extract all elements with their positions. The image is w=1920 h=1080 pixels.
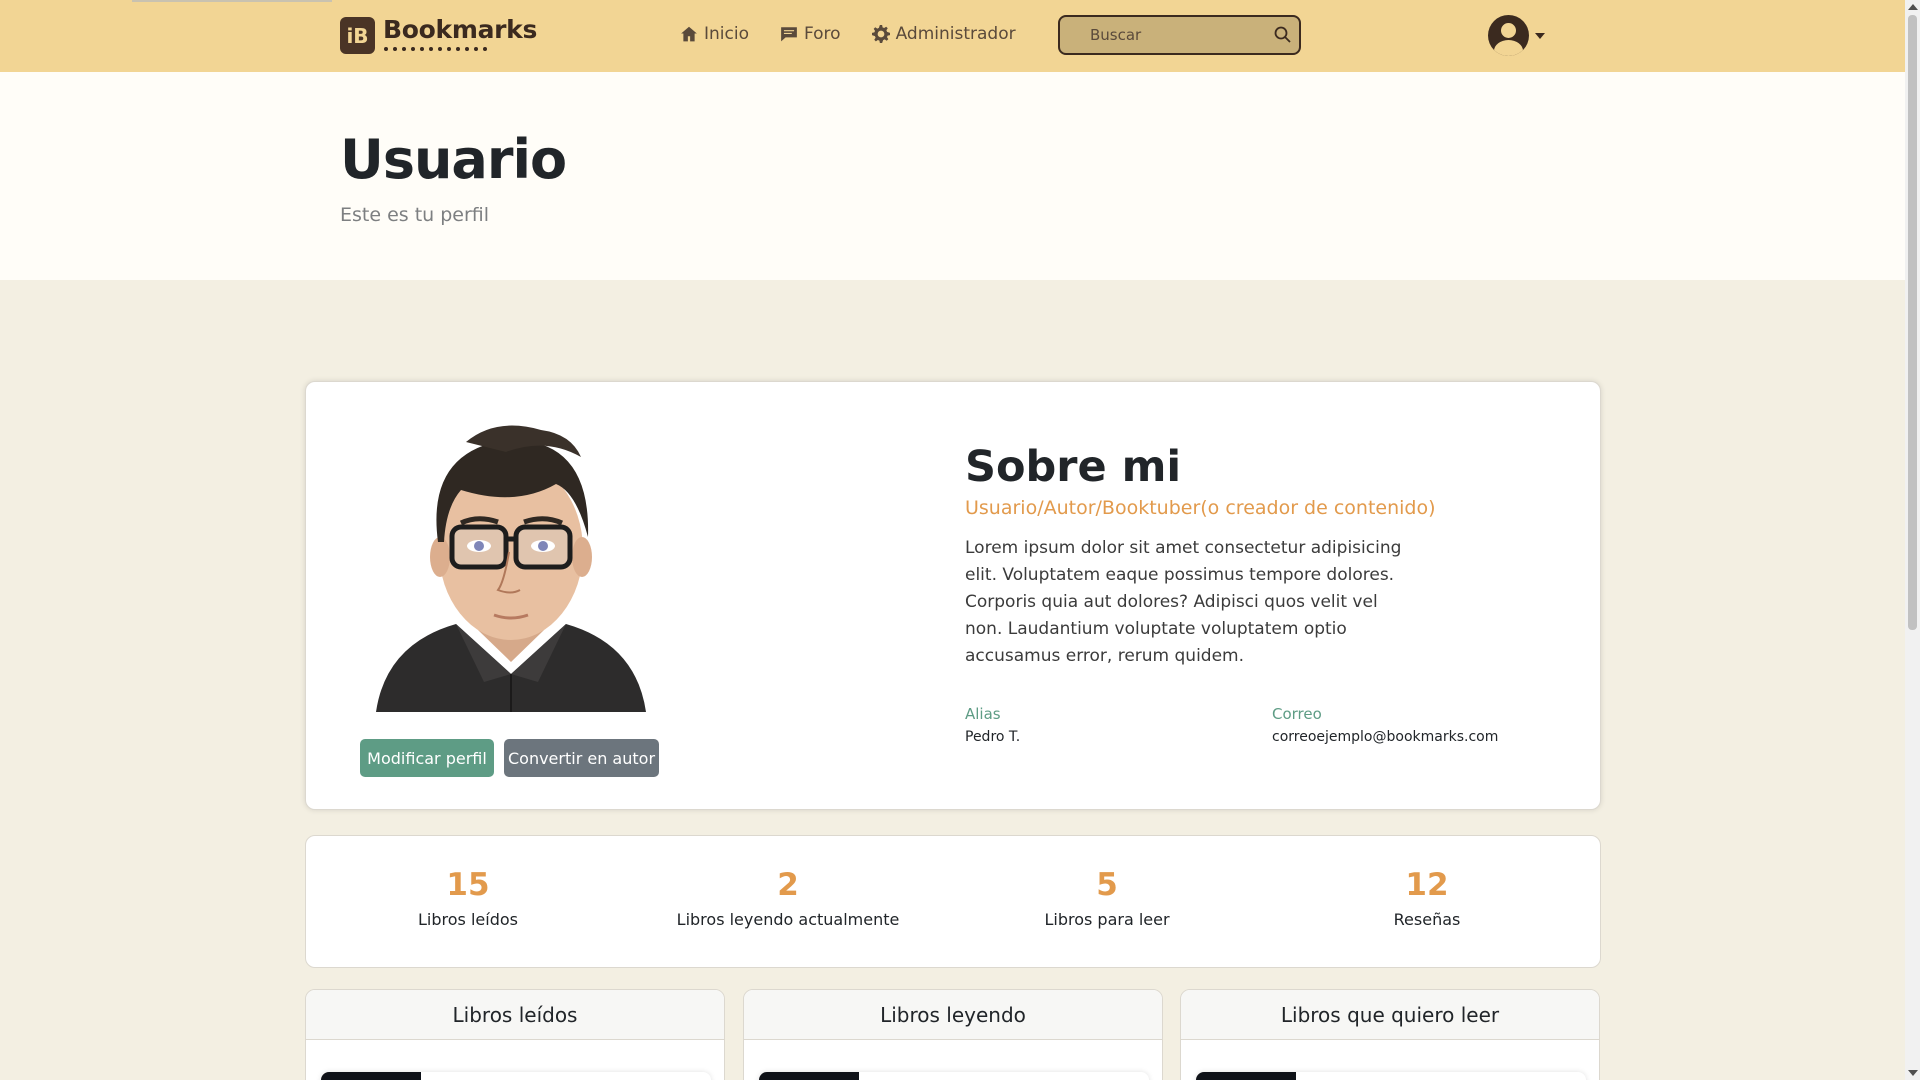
- nav-links: Inicio Foro Administrador: [680, 24, 1016, 44]
- nav-link-label: Administrador: [895, 24, 1016, 44]
- brand-logo-link[interactable]: iB Bookmarks: [340, 17, 537, 54]
- stat-books-reading: 2 Libros leyendo actualmente: [648, 866, 928, 929]
- profile-card: Modificar perfil Convertir en autor Sobr…: [305, 381, 1601, 810]
- stat-value: 5: [1096, 867, 1118, 903]
- stat-value: 12: [1405, 867, 1449, 903]
- alias-label: Alias: [965, 705, 1001, 723]
- loading-bar: [132, 0, 332, 2]
- brand-name: Bookmarks: [383, 15, 538, 44]
- books-want-to-read-card: Libros que quiero leer: [1180, 989, 1600, 1080]
- scrollbar-thumb[interactable]: [1908, 15, 1917, 630]
- about-title: Sobre mi: [965, 442, 1182, 492]
- book-cover: [759, 1072, 859, 1080]
- modify-profile-button[interactable]: Modificar perfil: [360, 739, 494, 777]
- search-input[interactable]: [1060, 17, 1260, 53]
- bookmark-logo-icon: iB: [340, 17, 375, 54]
- nav-link-inicio[interactable]: Inicio: [680, 24, 749, 44]
- page-header: Usuario Este es tu perfil: [0, 72, 1905, 280]
- nav-link-label: Foro: [803, 24, 841, 44]
- stat-label: Libros leídos: [418, 910, 518, 929]
- book-cover: [1196, 1072, 1296, 1080]
- user-avatar-icon: [1488, 15, 1529, 56]
- card-title: Libros leídos: [306, 990, 724, 1040]
- page-subtitle: Este es tu perfil: [340, 204, 490, 226]
- nav-link-label: Inicio: [704, 24, 749, 44]
- book-item[interactable]: [321, 1072, 711, 1080]
- books-read-card: Libros leídos: [305, 989, 725, 1080]
- scroll-down-icon[interactable]: [1908, 1070, 1918, 1076]
- nav-link-administrador[interactable]: Administrador: [871, 24, 1016, 44]
- scroll-up-icon[interactable]: [1908, 4, 1918, 10]
- card-title: Libros leyendo: [744, 990, 1162, 1040]
- home-icon: [681, 26, 697, 42]
- alias-value: Pedro T.: [965, 729, 1021, 745]
- chat-icon: [781, 27, 797, 42]
- profile-avatar-image: [376, 425, 646, 712]
- stat-value: 2: [777, 867, 799, 903]
- stat-label: Libros para leer: [1044, 910, 1170, 929]
- stat-books-to-read: 5 Libros para leer: [967, 866, 1247, 929]
- search-icon: [1274, 26, 1291, 43]
- books-reading-card: Libros leyendo: [743, 989, 1163, 1080]
- card-title: Libros que quiero leer: [1181, 990, 1599, 1040]
- gear-icon: [871, 25, 890, 43]
- search-box: [1058, 15, 1301, 55]
- stat-books-read: 15 Libros leídos: [328, 866, 608, 929]
- stat-value: 15: [446, 867, 490, 903]
- stat-label: Libros leyendo actualmente: [676, 910, 900, 929]
- user-menu-dropdown[interactable]: [1488, 15, 1545, 56]
- email-label: Correo: [1272, 705, 1322, 723]
- book-item[interactable]: [759, 1072, 1149, 1080]
- become-author-button[interactable]: Convertir en autor: [504, 739, 659, 777]
- user-bio: Lorem ipsum dolor sit amet consectetur a…: [965, 538, 1402, 666]
- navbar: iB Bookmarks Inicio Foro Administrador: [0, 0, 1905, 72]
- brand-dots: [383, 47, 537, 51]
- stat-label: Reseñas: [1393, 910, 1461, 929]
- book-item[interactable]: [1196, 1072, 1586, 1080]
- user-role: Usuario/Autor/Booktuber(o creador de con…: [965, 497, 1436, 519]
- book-cover: [321, 1072, 421, 1080]
- email-value: correoejemplo@bookmarks.com: [1272, 729, 1499, 745]
- chevron-down-icon: [1535, 32, 1545, 39]
- page-scrollbar[interactable]: [1905, 0, 1920, 1080]
- nav-link-foro[interactable]: Foro: [780, 24, 841, 44]
- stats-card: 15 Libros leídos 2 Libros leyendo actual…: [305, 835, 1601, 968]
- search-button[interactable]: [1273, 25, 1293, 45]
- stat-reviews: 12 Reseñas: [1287, 866, 1567, 929]
- page-title: Usuario: [340, 128, 567, 191]
